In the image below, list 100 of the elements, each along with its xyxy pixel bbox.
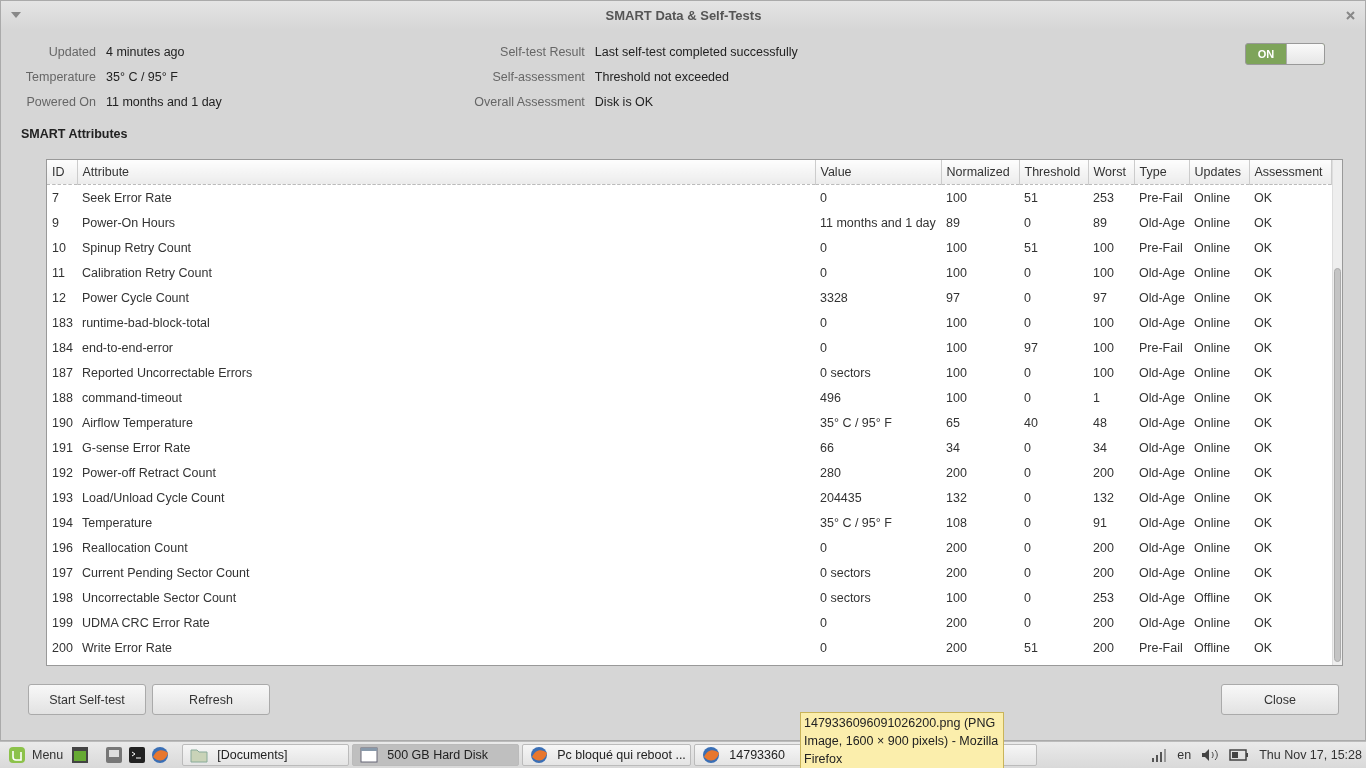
taskbar-window[interactable]: Pc bloqué qui reboot ... bbox=[522, 744, 692, 766]
table-cell-text: 132 bbox=[1092, 489, 1115, 507]
table-cell-text: 9 bbox=[51, 214, 60, 232]
table-cell-text: Old-Age bbox=[1138, 489, 1186, 507]
globe-icon bbox=[529, 745, 550, 765]
table-cell-text: Old-Age bbox=[1138, 389, 1186, 407]
table-cell-text: 188 bbox=[51, 389, 74, 407]
table-cell-text: 0 bbox=[1023, 464, 1032, 482]
terminal-icon[interactable] bbox=[127, 745, 148, 765]
table-cell: 0 bbox=[815, 184, 941, 210]
table-cell-text: Pre-Fail bbox=[1138, 239, 1184, 257]
table-cell-text: 191 bbox=[51, 439, 74, 457]
table-cell-text: 200 bbox=[945, 539, 968, 557]
table-cell-text: 0 bbox=[1023, 539, 1032, 557]
table-cell-text: 100 bbox=[945, 364, 968, 382]
table-cell-text: 0 bbox=[1023, 514, 1032, 532]
table-cell-text: OK bbox=[1253, 239, 1274, 257]
column-header[interactable]: Normalized bbox=[941, 160, 1019, 185]
table-cell-text: 51 bbox=[1023, 639, 1039, 657]
table-cell-text: Old-Age bbox=[1138, 214, 1186, 232]
column-header[interactable]: Worst bbox=[1088, 160, 1134, 185]
table-cell-text: Temperature bbox=[81, 514, 154, 532]
table-cell-text: 51 bbox=[1023, 239, 1039, 257]
info-label: Overall Assessment bbox=[473, 95, 585, 109]
table-cell: 100 bbox=[941, 184, 1019, 210]
section-title: SMART Attributes bbox=[20, 127, 129, 141]
table-cell-text: 200 bbox=[1092, 639, 1115, 657]
taskbar-window[interactable]: 500 GB Hard Disk bbox=[352, 744, 520, 766]
table-cell-text: Old-Age bbox=[1138, 539, 1186, 557]
column-header[interactable]: Value bbox=[815, 160, 941, 185]
scrollbar[interactable] bbox=[1331, 160, 1342, 665]
info-label: Self-test Result bbox=[499, 45, 585, 59]
table-cell-text: 132 bbox=[945, 489, 968, 507]
menu-button[interactable]: Menu bbox=[4, 746, 68, 764]
table-cell-text: 0 sectors bbox=[819, 564, 872, 582]
table-cell-text: 204435 bbox=[819, 489, 863, 507]
table-cell-text: 0 sectors bbox=[819, 589, 872, 607]
table-cell-text: OK bbox=[1253, 389, 1274, 407]
column-header[interactable]: Threshold bbox=[1019, 160, 1088, 185]
column-header[interactable]: Attribute bbox=[77, 160, 815, 185]
volume-icon[interactable] bbox=[1201, 748, 1220, 762]
table-cell-text: Old-Age bbox=[1138, 289, 1186, 307]
table-cell-text: Online bbox=[1193, 414, 1232, 432]
dialog-button[interactable]: Refresh bbox=[152, 684, 270, 715]
table-cell-text: Calibration Retry Count bbox=[81, 264, 213, 282]
leaf-logo-icon bbox=[8, 746, 26, 764]
desktop-icon[interactable] bbox=[70, 745, 91, 765]
column-header[interactable]: ID bbox=[47, 160, 77, 185]
language-indicator[interactable]: en bbox=[1177, 748, 1192, 762]
table-cell-text: 89 bbox=[1092, 214, 1108, 232]
table-cell-text: Current Pending Sector Count bbox=[81, 564, 251, 582]
table-cell-text: G-sense Error Rate bbox=[81, 439, 192, 457]
table-cell-text: Offline bbox=[1193, 589, 1231, 607]
table-cell-text: Pre-Fail bbox=[1138, 639, 1184, 657]
table-cell-text: 12 bbox=[51, 289, 67, 307]
table-cell-text: 100 bbox=[945, 264, 968, 282]
dialog-button[interactable]: Start Self-test bbox=[28, 684, 146, 715]
battery-icon bbox=[1229, 749, 1250, 761]
table-cell-text: 0 bbox=[1023, 314, 1032, 332]
table-cell-text: OK bbox=[1253, 589, 1274, 607]
table-cell-text: 0 sectors bbox=[819, 364, 872, 382]
menu-arrow-icon[interactable] bbox=[11, 11, 21, 19]
table-cell-text: command-timeout bbox=[81, 389, 184, 407]
table-cell-text: 0 bbox=[1023, 214, 1032, 232]
clock[interactable]: Thu Nov 17, 15:28 bbox=[1259, 748, 1362, 762]
table-cell-text: Online bbox=[1193, 539, 1232, 557]
table-cell-text: Online bbox=[1193, 439, 1232, 457]
signal-icon bbox=[1151, 748, 1168, 762]
column-header[interactable]: Updates bbox=[1189, 160, 1249, 185]
table-cell-text: OK bbox=[1253, 439, 1274, 457]
table-cell-text: 89 bbox=[945, 214, 961, 232]
globe-icon[interactable] bbox=[150, 745, 171, 765]
close-button[interactable]: Close bbox=[1221, 684, 1339, 715]
taskbar-window[interactable]: [Documents] bbox=[182, 744, 350, 766]
table-cell-text: 196 bbox=[51, 539, 74, 557]
info-value: 35° C / 95° F bbox=[106, 70, 179, 84]
table-cell-text: 200 bbox=[1092, 564, 1115, 582]
table-cell-text: 91 bbox=[1092, 514, 1108, 532]
table-cell-text: OK bbox=[1253, 639, 1274, 657]
table-cell-text: 184 bbox=[51, 339, 74, 357]
column-header[interactable]: Assessment bbox=[1249, 160, 1331, 185]
table-cell-text: Online bbox=[1193, 564, 1232, 582]
table-cell-text: 0 bbox=[1023, 589, 1032, 607]
table-cell-text: 97 bbox=[945, 289, 961, 307]
table-cell-text: 200 bbox=[51, 639, 74, 657]
table-cell-text: Old-Age bbox=[1138, 564, 1186, 582]
close-icon[interactable] bbox=[1346, 10, 1355, 20]
table-cell-text: 97 bbox=[1092, 289, 1108, 307]
table-cell-text: 187 bbox=[51, 364, 74, 382]
table-cell-text: 100 bbox=[1092, 339, 1115, 357]
table-cell-text: 197 bbox=[51, 564, 74, 582]
table-cell-text: 192 bbox=[51, 464, 74, 482]
info-value: Disk is OK bbox=[594, 95, 655, 109]
monitor-icon[interactable] bbox=[104, 745, 125, 765]
column-header[interactable]: Type bbox=[1134, 160, 1189, 185]
table-cell-text: 199 bbox=[51, 614, 74, 632]
table-cell-text: Old-Age bbox=[1138, 589, 1186, 607]
table-cell-text: 200 bbox=[1092, 539, 1115, 557]
info-value: 4 minutes ago bbox=[106, 45, 186, 59]
table-cell-text: Load/Unload Cycle Count bbox=[81, 489, 226, 507]
